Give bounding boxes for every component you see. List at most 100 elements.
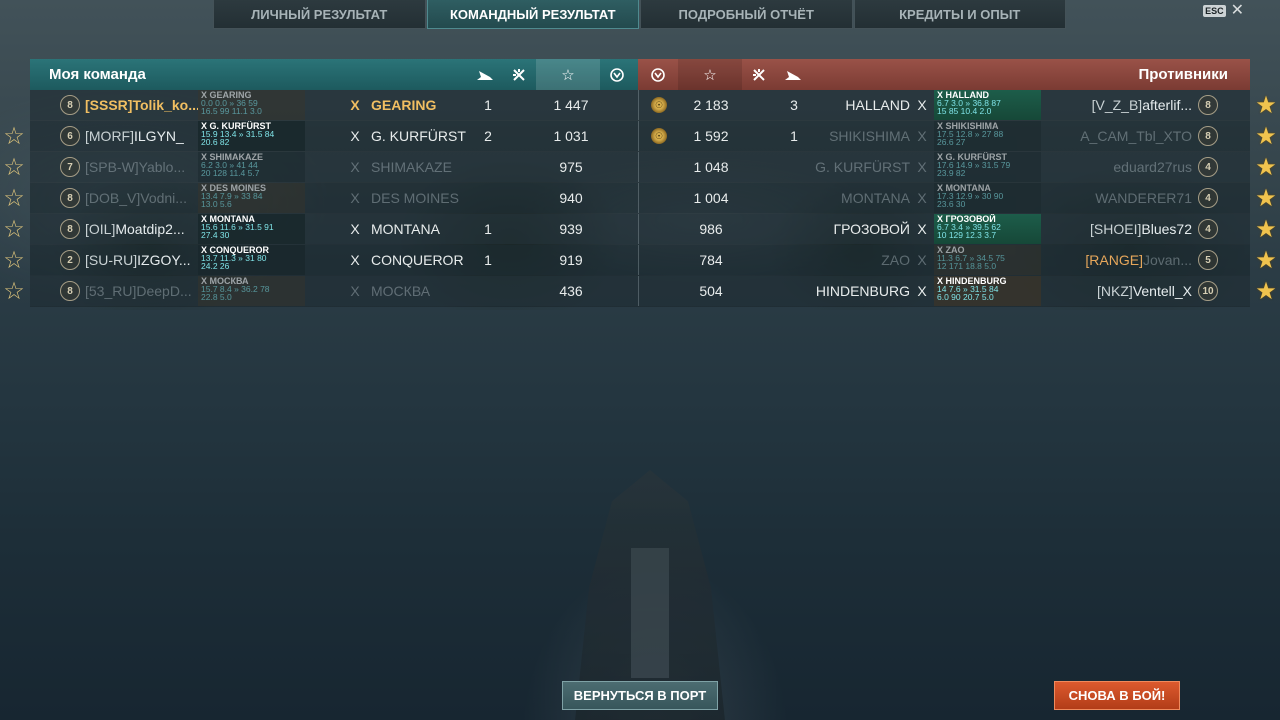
ship-stats-card: X CONQUEROR 13.7 11.3 » 31 80 24.2 26 xyxy=(198,245,305,275)
enemy-player-row[interactable]: 504 HINDENBURG X X HINDENBURG 14 7.6 » 3… xyxy=(638,276,1250,306)
enemy-score-value: 1 592 xyxy=(693,128,729,144)
rank-badge: 6 xyxy=(60,126,80,146)
enemy-player-nickname: Blues72 xyxy=(1141,221,1192,237)
enemy-player-row[interactable]: 986 ГРОЗОВОЙ X X ГРОЗОВОЙ 6.7 3.4 » 39.5… xyxy=(638,214,1250,244)
score-value: 1 031 xyxy=(553,128,589,144)
enemy-player-name: [SHOEI]Blues72 xyxy=(1077,221,1192,237)
enemy-ship-stats-card: X MONTANA 17.3 12.9 » 30 90 23.6 30 xyxy=(934,183,1041,213)
player-nickname: IZGOY... xyxy=(137,252,191,268)
enemy-achievements-icon[interactable] xyxy=(638,59,678,90)
enemy-ships-sunk-icon[interactable] xyxy=(776,59,810,90)
my-team-player-row[interactable]: 8 [53_RU]DeepD... X МОСКВА 15.7 8.4 » 36… xyxy=(30,276,638,306)
ship-stats-card: X SHIMAKAZE 6.2 3.0 » 41 44 20 128 11.4 … xyxy=(198,152,305,182)
card-stats-line-2: 27.4 30 xyxy=(201,230,230,240)
score-star-icon[interactable]: ☆ xyxy=(536,59,600,90)
ships-sunk-icon[interactable] xyxy=(468,59,502,90)
my-team-player-row[interactable]: 7 [SPB-W]Yablo... X SHIMAKAZE 6.2 3.0 » … xyxy=(30,152,638,182)
card-stats-line-2: 24.2 26 xyxy=(201,261,230,271)
enemy-player-row[interactable]: 1 004 MONTANA X X MONTANA 17.3 12.9 » 30… xyxy=(638,183,1250,213)
ships-sunk-value: 1 xyxy=(484,221,492,237)
enemy-player-nickname: WANDERER71 xyxy=(1095,190,1192,206)
enemy-player-row[interactable]: ☉ 2 183 3 HALLAND X X HALLAND 6.7 3.0 » … xyxy=(638,90,1250,120)
battle-again-button[interactable]: СНОВА В БОЙ! xyxy=(1054,681,1180,710)
score-value: 1 447 xyxy=(553,97,589,113)
esc-key-icon: ESC xyxy=(1203,5,1226,17)
card-stats-line-2: 13.0 5.6 xyxy=(201,199,232,209)
ship-name: МОСКВА xyxy=(371,283,431,299)
enemy-player-name: eduard27rus xyxy=(1077,159,1192,175)
my-team-player-row[interactable]: 8 [DOB_V]Vodni... X DES MOINES 13.4 7.9 … xyxy=(30,183,638,213)
enemy-player-name: [V_Z_B]afterlif... xyxy=(1077,97,1192,113)
ship-name: MONTANA xyxy=(371,221,440,237)
ship-stats-card: X DES MOINES 13.4 7.9 » 33 84 13.0 5.6 xyxy=(198,183,305,213)
star-filled-icon: ★ xyxy=(1255,277,1277,305)
card-stats-line-2: 16.5 99 11.1 3.0 xyxy=(201,106,262,116)
player-name: [MORF]ILGYN_ xyxy=(85,128,198,144)
player-nickname: Vodni... xyxy=(140,190,187,206)
player-name: [DOB_V]Vodni... xyxy=(85,190,198,206)
tab-personal-result[interactable]: ЛИЧНЫЙ РЕЗУЛЬТАТ xyxy=(213,0,426,29)
enemy-player-nickname: Jovan... xyxy=(1142,252,1192,268)
my-team-player-row[interactable]: 8 [OIL]Moatdip2... X MONTANA 15.6 11.6 »… xyxy=(30,214,638,244)
enemy-player-name: [NKZ]Ventell_X xyxy=(1077,283,1192,299)
rank-badge: 8 xyxy=(60,95,80,115)
player-name: [SPB-W]Yablo... xyxy=(85,159,198,175)
table-row: 8 [OIL]Moatdip2... X MONTANA 15.6 11.6 »… xyxy=(3,214,1277,245)
enemy-ship-stats-card: X ГРОЗОВОЙ 6.7 3.4 » 39.5 62 10 129 12.3… xyxy=(934,214,1041,244)
enemy-team-title: Противники xyxy=(1138,66,1228,83)
enemy-player-nickname: eduard27rus xyxy=(1113,159,1192,175)
score-value: 436 xyxy=(559,283,583,299)
enemy-ship-stats-card: X HINDENBURG 14 7.6 » 31.5 84 6.0 90 20.… xyxy=(934,276,1041,306)
ships-sunk-value: 1 xyxy=(484,252,492,268)
enemy-player-row[interactable]: 1 048 G. KURFÜRST X X G. KURFÜRST 17.6 1… xyxy=(638,152,1250,182)
achievements-icon[interactable] xyxy=(600,59,634,90)
ship-tier: X xyxy=(350,159,360,175)
enemy-player-name: A_CAM_Tbl_XTO xyxy=(1077,128,1192,144)
clan-tag: [MORF] xyxy=(85,128,134,144)
score-value: 975 xyxy=(559,159,583,175)
enemy-ship-name: HINDENBURG xyxy=(815,283,910,299)
card-stats-line-2: 22.8 5.0 xyxy=(201,292,232,302)
enemy-rank-badge: 4 xyxy=(1198,157,1218,177)
tab-credits-xp[interactable]: КРЕДИТЫ И ОПЫТ xyxy=(853,0,1066,29)
enemy-score-value: 986 xyxy=(699,221,723,237)
return-to-port-button[interactable]: ВЕРНУТЬСЯ В ПОРТ xyxy=(562,681,718,710)
player-nickname: Tolik_ko... xyxy=(132,97,198,113)
ship-name: GEARING xyxy=(371,97,437,113)
enemy-player-row[interactable]: ☉ 1 592 1 SHIKISHIMA X X SHIKISHIMA 17.5… xyxy=(638,121,1250,151)
clan-tag: [53_RU] xyxy=(85,283,137,299)
enemy-planes-destroyed-icon[interactable] xyxy=(742,59,776,90)
enemy-score-value: 1 004 xyxy=(693,190,729,206)
star-outline-icon: ☆ xyxy=(3,246,25,274)
ships-sunk-value: 1 xyxy=(484,97,492,113)
ships-sunk-value: 2 xyxy=(484,128,492,144)
clan-tag: [SSSR] xyxy=(85,97,133,113)
team-results-table: Моя команда ☆ ☆ Противники 8 [SSSR]Tolik… xyxy=(3,59,1277,307)
enemy-ship-stats-card: X G. KURFÜRST 17.6 14.9 » 31.5 79 23.9 8… xyxy=(934,152,1041,182)
medal-icon: ☉ xyxy=(651,97,667,113)
enemy-player-row[interactable]: 784 ZAO X X ZAO 11.3 6.7 » 34.5 75 12 17… xyxy=(638,245,1250,275)
enemy-player-name: [RANGE]Jovan... xyxy=(1077,252,1192,268)
close-icon[interactable]: ✕ xyxy=(1231,3,1244,19)
my-team-player-row[interactable]: 8 [SSSR]Tolik_ko... X GEARING 0.0 0.0 » … xyxy=(30,90,638,120)
card-stats-line-2: 23.6 30 xyxy=(937,199,966,209)
enemy-ship-stats-card: X HALLAND 6.7 3.0 » 36.8 87 15 85 10.4 2… xyxy=(934,90,1041,120)
my-team-player-row[interactable]: 2 [SU-RU]IZGOY... X CONQUEROR 13.7 11.3 … xyxy=(30,245,638,275)
enemy-ship-tier: X xyxy=(917,283,927,299)
enemy-score-star-icon[interactable]: ☆ xyxy=(678,59,742,90)
tab-team-result[interactable]: КОМАНДНЫЙ РЕЗУЛЬТАТ xyxy=(426,0,639,29)
enemy-ship-tier: X xyxy=(917,159,927,175)
enemy-ship-tier: X xyxy=(917,252,927,268)
enemy-clan-tag: [SHOEI] xyxy=(1090,221,1142,237)
star-outline-icon: ☆ xyxy=(3,184,25,212)
enemy-player-name: WANDERER71 xyxy=(1077,190,1192,206)
card-stats-line-2: 10 129 12.3 3.7 xyxy=(937,230,997,240)
planes-destroyed-icon[interactable] xyxy=(502,59,536,90)
tab-detailed-report[interactable]: ПОДРОБНЫЙ ОТЧЁТ xyxy=(640,0,853,29)
enemy-team-header: ☆ Противники xyxy=(638,59,1250,90)
my-team-player-row[interactable]: 6 [MORF]ILGYN_ X G. KURFÜRST 15.9 13.4 »… xyxy=(30,121,638,151)
ship-tier: X xyxy=(350,252,360,268)
enemy-score-value: 504 xyxy=(699,283,723,299)
esc-close[interactable]: ESC ✕ xyxy=(1203,3,1244,19)
enemy-ship-name: ГРОЗОВОЙ xyxy=(833,221,910,237)
